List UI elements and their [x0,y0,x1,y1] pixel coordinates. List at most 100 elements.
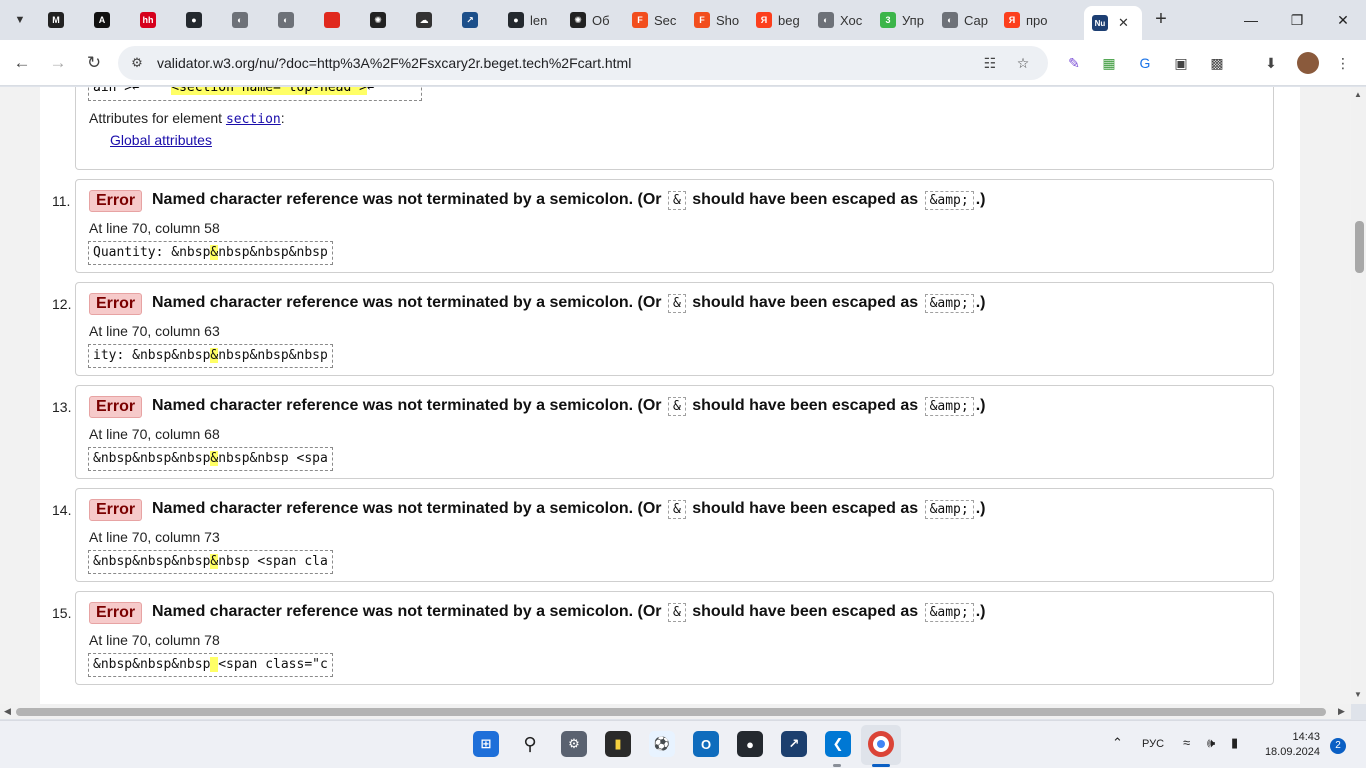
sheet-extension-icon[interactable]: ▦ [1098,52,1120,74]
url-text[interactable]: validator.w3.org/nu/?doc=http%3A%2F%2Fsx… [157,55,631,71]
bookmark-star-icon[interactable]: ☆ [1013,53,1033,73]
tab-title: Sho [716,12,740,28]
browser-tab[interactable]: 3 Упр [872,6,930,34]
global-attributes-link[interactable]: Global attributes [110,132,212,148]
source-extract: &nbsp&nbsp&nbsp <span class="c [88,653,333,677]
browser-tab[interactable]: ☁ [408,6,448,34]
tab-strip: ▼ M Ahh ● ◐ ◐ ✺ ☁ ↗ ● len ✺ Об F Sec F Sho Яbeg ◐ Хос 3 Упр ◐… [0,0,1366,40]
error-message-card: Error Named character reference was not t… [75,591,1274,685]
extract-text: nbsp&nbsp&nbsp [218,245,328,260]
reload-button[interactable]: ↻ [81,50,107,76]
extract-highlight: <section name="top-head"> [171,87,367,95]
globe-icon: ◐ [278,12,294,28]
extract-text: nbsp&nbsp <spa [218,451,328,466]
extract-text: &nbsp&nbsp&nbsp [93,657,211,672]
horizontal-scrollbar[interactable]: ◀ ▶ [0,704,1351,719]
error-message: Named character reference was not termin… [152,294,986,313]
browser-tab[interactable]: F Sho [686,6,744,34]
chrome-icon[interactable] [868,731,894,757]
error-message-card: Error Named character reference was not t… [75,179,1274,273]
soccer-app-icon[interactable]: ⚽ [649,731,675,757]
browser-tab[interactable]: ✺ Об [562,6,620,34]
message-number: 15. [52,605,72,621]
back-button[interactable]: ← [9,50,35,76]
extract-text: <span class="c [218,657,328,672]
translate-icon[interactable]: ☷ [980,53,1000,73]
message-text: .) [975,191,986,208]
inline-code: & [667,397,686,416]
chevron-up-icon[interactable]: ⌃ [1112,735,1123,751]
close-tab-icon[interactable]: ✕ [1118,15,1129,31]
message-number: 13. [52,399,72,415]
scroll-down-icon[interactable]: ▼ [1354,690,1362,699]
forward-button[interactable]: → [45,50,71,76]
browser-tab[interactable]: hh [132,6,172,34]
scroll-left-icon[interactable]: ◀ [4,706,11,717]
message-text: should have been escaped as [692,294,919,311]
more-menu-icon[interactable]: ⋮ [1332,52,1354,74]
extensions-puzzle-icon[interactable]: ▩ [1206,52,1228,74]
github-icon: ● [186,12,202,28]
sticky-notes-icon[interactable]: ▮ [605,731,631,757]
browser-tab[interactable]: A [86,6,126,34]
globe-icon: ◐ [942,12,958,28]
extract-text: nbsp <span cla [218,554,328,569]
notification-badge[interactable]: 2 [1330,738,1346,754]
validator-content: ain">↩ <section name="top-head">↩ Attrib… [40,87,1300,704]
browser-tab[interactable]: F Sec [624,6,682,34]
browser-tab[interactable]: ↗ [454,6,494,34]
google-translate-icon[interactable]: G [1134,52,1156,74]
element-section-link[interactable]: section [226,112,281,127]
site-settings-icon[interactable]: ⚙ [128,54,146,72]
volume-icon[interactable]: 🕪 [1207,735,1215,751]
download-icon[interactable]: ⬇ [1260,52,1282,74]
settings-gear-icon[interactable]: ⚙ [561,731,587,757]
close-window-button[interactable]: ✕ [1320,8,1366,32]
a-icon: A [94,12,110,28]
new-tab-button[interactable]: + [1150,9,1172,31]
vertical-scrollbar[interactable]: ▲ ▼ [1351,87,1366,704]
picture-in-picture-icon[interactable]: ▣ [1170,52,1192,74]
browser-tab[interactable]: M [40,6,80,34]
source-extract: &nbsp&nbsp&nbsp&nbsp&nbsp <spa [88,447,333,471]
search-icon[interactable]: ⚲ [517,731,543,757]
language-indicator[interactable]: РУС [1142,738,1164,750]
browser-tab[interactable]: ✺ [362,6,402,34]
profile-avatar[interactable] [1297,52,1319,74]
extract-text: &nbsp&nbsp&nbsp [93,554,211,569]
browser-tab[interactable] [316,6,356,34]
github-desktop-icon[interactable]: ● [737,731,763,757]
pen-extension-icon[interactable]: ✎ [1063,52,1085,74]
browser-tab[interactable]: ◐ Сар [934,6,992,34]
browser-tab[interactable]: Япро [996,6,1076,34]
scroll-up-icon[interactable]: ▲ [1354,90,1362,99]
wifi-icon[interactable]: ≈ [1183,735,1190,750]
message-text: should have been escaped as [692,397,919,414]
windows-start-icon[interactable]: ⊞ [473,731,499,757]
browser-tab[interactable]: ● [178,6,218,34]
tab-title: beg [778,12,800,28]
horizontal-scroll-thumb[interactable] [16,708,1326,716]
outlook-icon[interactable]: O [693,731,719,757]
tab-active-validator[interactable]: Nu ✕ [1084,6,1142,40]
scroll-right-icon[interactable]: ▶ [1338,706,1345,717]
browser-tab[interactable]: ◐ [270,6,310,34]
battery-icon[interactable]: ▮ [1231,735,1238,751]
restore-button[interactable]: ❐ [1274,8,1320,32]
browser-tab[interactable]: ● len [500,6,558,34]
tab-title: Об [592,12,610,28]
browser-tab[interactable]: Яbeg [748,6,806,34]
vertical-scroll-thumb[interactable] [1355,221,1364,273]
clock[interactable]: 14:43 18.09.2024 [1262,730,1320,760]
app-arrow-icon[interactable]: ↗ [781,731,807,757]
inline-code: & [667,191,686,210]
address-bar[interactable]: ⚙ validator.w3.org/nu/?doc=http%3A%2F%2F… [118,46,1048,80]
browser-tab[interactable]: ◐ [224,6,264,34]
arrow-left-icon: ← [13,53,31,72]
vscode-icon[interactable]: ❮ [825,731,851,757]
clock-time: 14:43 [1292,731,1320,743]
minimize-button[interactable]: — [1228,8,1274,32]
tab-search-button[interactable]: ▼ [8,8,32,32]
error-message: Named character reference was not termin… [152,500,986,519]
browser-tab[interactable]: ◐ Хос [810,6,868,34]
